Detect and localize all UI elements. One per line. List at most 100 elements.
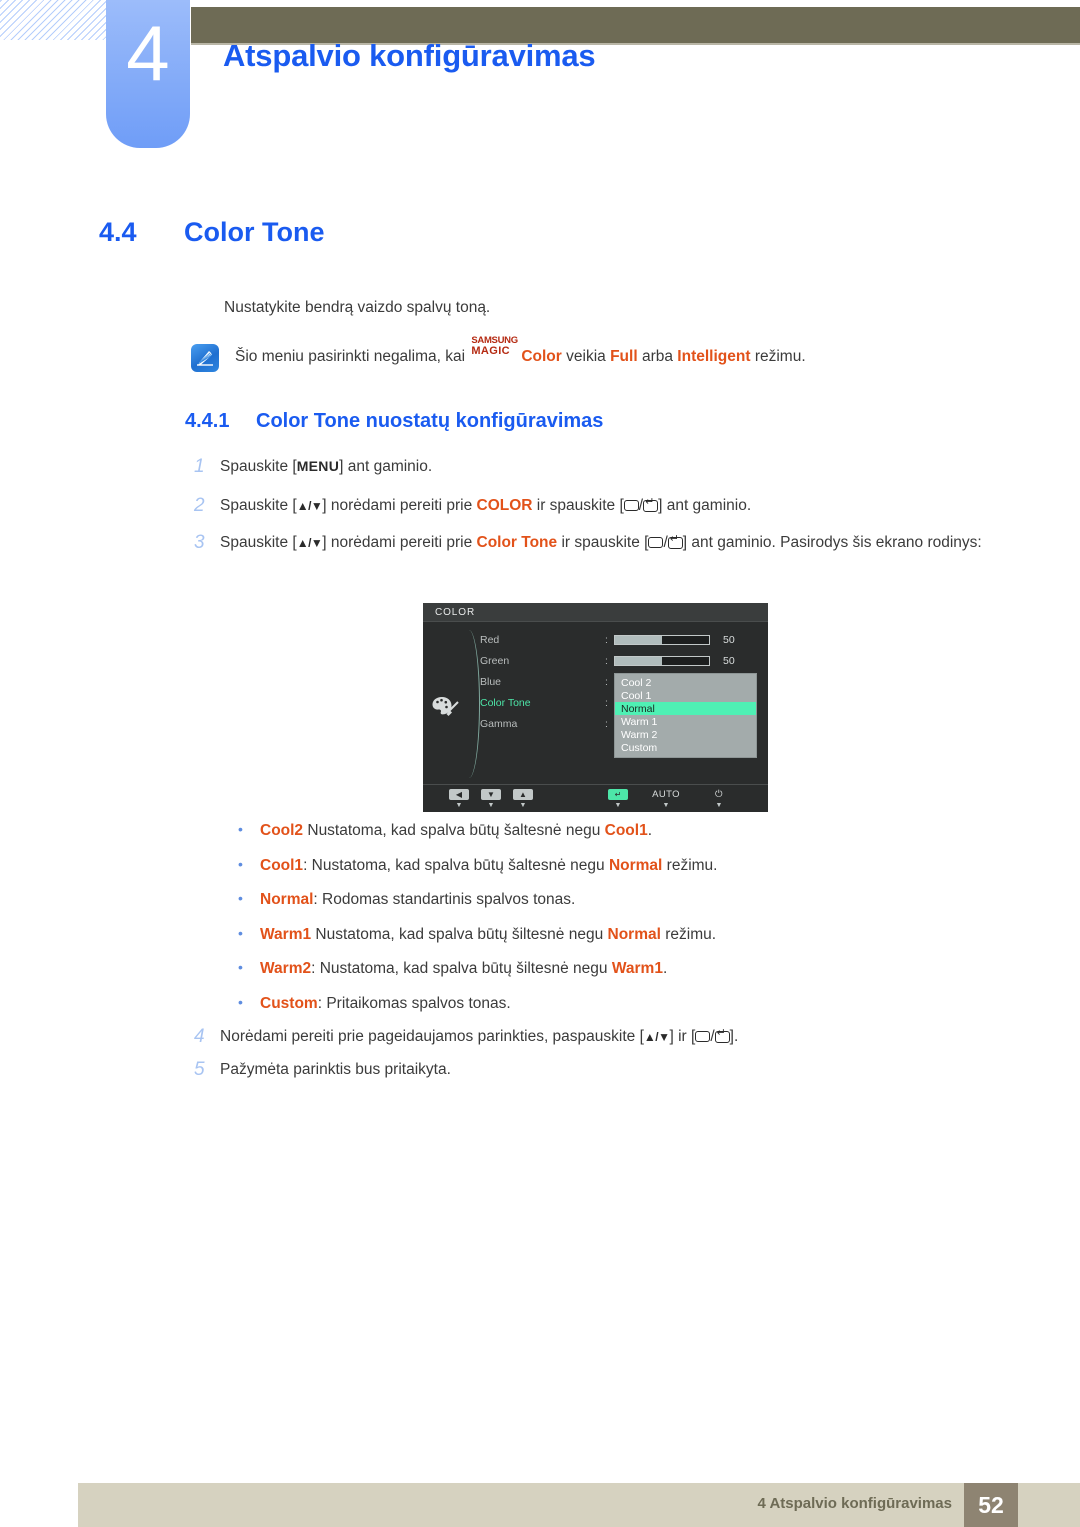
dropdown-option[interactable]: Custom (615, 741, 756, 754)
text-run: ] norėdami pereiti prie (322, 534, 477, 551)
text-run: Spauskite [ (220, 458, 297, 475)
enter-glyph-icon (643, 497, 659, 512)
bullet-text: Warm2: Nustatoma, kad spalva būtų šiltes… (260, 958, 667, 980)
bullet-item: • Custom: Pritaikomas spalvos tonas. (238, 993, 1028, 1015)
osd-button-caret-icon: ▼ (519, 802, 527, 809)
text-run: Spauskite [ (220, 497, 297, 514)
osd-value-row: : 50 (605, 629, 765, 650)
text-run: Nustatoma, kad spalva būtų šaltesnė negu (303, 822, 605, 839)
subsection-title: Color Tone nuostatų konfigūravimas (256, 410, 604, 432)
bullet-dot-icon: • (238, 994, 243, 1010)
dropdown-option[interactable]: Warm 1 (615, 715, 756, 728)
left-arrow-button-glyph: ◀ (449, 789, 469, 800)
osd-title: COLOR (435, 606, 476, 618)
footer-chapter-label: 4 Atspalvio konfigūravimas (757, 1495, 952, 1512)
osd-menu-item[interactable]: Green (480, 650, 531, 671)
subsection-number: 4.4.1 (185, 410, 230, 432)
text-run: : Nustatoma, kad spalva būtų šiltesnė ne… (311, 960, 612, 977)
osd-colon: : (605, 717, 608, 730)
menu-glyph-icon (623, 500, 639, 511)
bullet-item: • Cool2 Nustatoma, kad spalva būtų šaltes… (238, 820, 1028, 842)
text-run: : Pritaikomas spalvos tonas. (317, 995, 511, 1012)
osd-menu-item[interactable]: Gamma (480, 713, 531, 734)
bullet-dot-icon: • (238, 821, 243, 837)
osd-colon: : (605, 654, 608, 667)
dropdown-option[interactable]: Normal (615, 702, 756, 715)
highlighted-term: Warm2 (260, 960, 312, 977)
osd-button-caret-icon: ▼ (662, 802, 670, 809)
osd-button-bar: ◀ ▼ ▼ ▼ ▲ ▼ ↵ ▼ AUTO ▼ ⏻ ▼ (423, 784, 768, 812)
highlighted-term: Normal (607, 926, 661, 943)
osd-value-row: : 50 (605, 650, 765, 671)
menu-glyph-icon (648, 537, 664, 548)
down-arrow-button[interactable]: ▼ ▼ (481, 789, 501, 809)
text-run: Nustatoma, kad spalva būtų šiltesnė negu (311, 926, 608, 943)
osd-slider-fill (615, 656, 662, 665)
highlighted-term: Color Tone (476, 534, 558, 551)
osd-decorative-arc (458, 630, 480, 778)
osd-colon: : (605, 696, 608, 709)
osd-menu-item[interactable]: Blue (480, 671, 531, 692)
dropdown-option[interactable]: Cool 1 (615, 689, 756, 702)
osd-button-caret-icon: ▼ (614, 802, 622, 809)
text-run: ] ant gaminio. (658, 497, 752, 514)
bullet-dot-icon: • (238, 856, 243, 872)
mode-full-label: Full (610, 348, 638, 365)
section-number: 4.4 (99, 217, 137, 247)
left-arrow-button[interactable]: ◀ ▼ (449, 789, 469, 809)
text-run: ]. (729, 1028, 739, 1045)
menu-glyph-icon (695, 1031, 711, 1042)
highlighted-term: Cool2 (260, 822, 304, 839)
step-text: Norėdami pereiti prie pageidaujamos pari… (220, 1025, 738, 1049)
section-title: Color Tone (184, 217, 325, 247)
osd-menu-item[interactable]: Color Tone (480, 692, 531, 713)
osd-screenshot: COLOR Red Green Blue Color Tone Gamma : 50: 50… (423, 603, 768, 812)
osd-colon: : (605, 675, 608, 688)
highlighted-term: Warm1 (260, 926, 312, 943)
arrow-keys-glyph: ▲/▼ (643, 1030, 670, 1044)
step-text: Pažymėta parinktis bus pritaikyta. (220, 1058, 451, 1082)
chapter-tab: 4 (106, 0, 190, 148)
bullet-item: • Normal: Rodomas standartinis spalvos to… (238, 889, 1028, 911)
step-item: 4 Norėdami pereiti prie pageidaujamos pa… (194, 1025, 994, 1049)
bullet-text: Cool1: Nustatoma, kad spalva būtų šaltes… (260, 855, 717, 877)
text-run: režimu. (662, 857, 718, 874)
text-run: ] ir [ (669, 1028, 696, 1045)
step-item: 3 Spauskite [▲/▼] norėdami pereiti prie … (194, 531, 994, 555)
enter-button[interactable]: ↵ ▼ (608, 789, 628, 809)
osd-slider-fill (615, 635, 662, 644)
mode-intelligent-label: Intelligent (677, 348, 751, 365)
osd-title-bar: COLOR (423, 603, 768, 622)
power-button[interactable]: ⏻ ▼ (701, 789, 737, 809)
dropdown-option[interactable]: Warm 2 (615, 728, 756, 741)
chapter-number: 4 (126, 9, 170, 97)
magic-color-text: Color (521, 348, 562, 365)
osd-slider[interactable] (614, 655, 710, 666)
color-tone-dropdown[interactable]: Cool 2 Cool 1 Normal Warm 1 Warm 2 Custom (614, 673, 757, 758)
dropdown-option[interactable]: Cool 2 (615, 676, 756, 689)
step-number: 1 (194, 456, 205, 477)
osd-slider[interactable] (614, 634, 710, 645)
highlighted-term: Normal (608, 857, 663, 874)
note-callout: Šio meniu pasirinkti negalima, kai SAMSU… (191, 336, 806, 372)
bullet-dot-icon: • (238, 959, 243, 975)
highlighted-term: Normal (260, 891, 314, 908)
chapter-title: Atspalvio konfigūravimas (223, 38, 596, 73)
text-run: režimu. (660, 926, 717, 943)
arrow-keys-glyph: ▲/▼ (296, 536, 323, 550)
bullet-text: Custom: Pritaikomas spalvos tonas. (260, 993, 511, 1015)
highlighted-term: Cool1 (604, 822, 648, 839)
note-text-middle: veikia (566, 348, 606, 365)
auto-button[interactable]: AUTO ▼ (648, 789, 684, 809)
text-run: ir spauskite [ (532, 497, 624, 514)
text-run: : Nustatoma, kad spalva būtų šaltesnė ne… (303, 857, 609, 874)
note-pen-icon (191, 344, 219, 372)
down-arrow-button-glyph: ▼ (481, 789, 501, 800)
bullet-item: • Warm1 Nustatoma, kad spalva būtų šiltes… (238, 924, 1028, 946)
step-text: Spauskite [▲/▼] norėdami pereiti prie CO… (220, 494, 751, 518)
text-run: ir spauskite [ (557, 534, 649, 551)
osd-menu-item[interactable]: Red (480, 629, 531, 650)
text-run: ] norėdami pereiti prie (322, 497, 477, 514)
highlighted-term: Cool1 (260, 857, 304, 874)
up-arrow-button[interactable]: ▲ ▼ (513, 789, 533, 809)
